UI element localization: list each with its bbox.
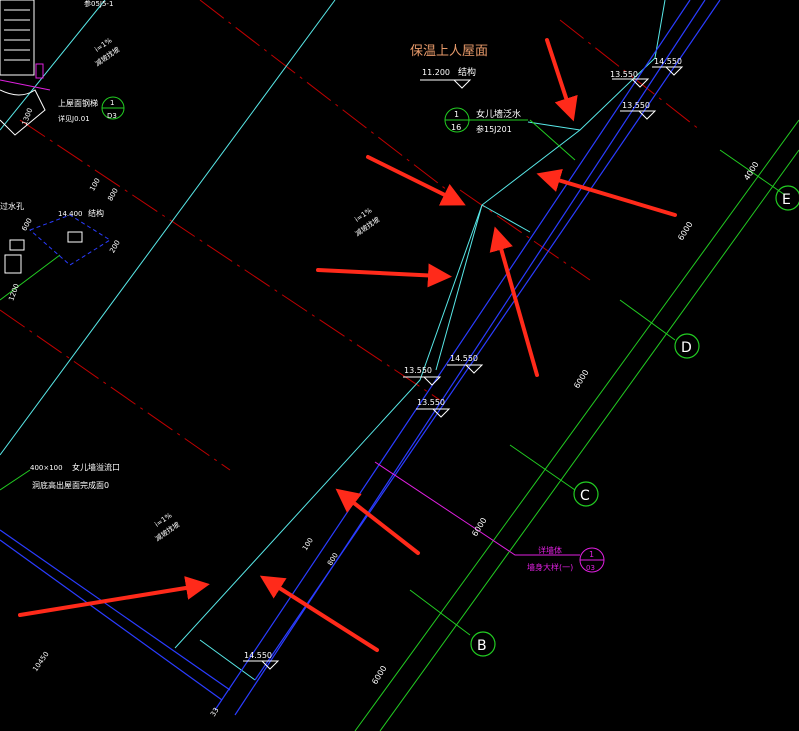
wall-detail-line1: 详墙体 — [538, 545, 562, 555]
elev-bottom: 14.550 — [244, 651, 272, 660]
roof-ladder-label: 上屋面钢梯 — [58, 98, 98, 108]
wall-detail-line2: 墙身大样(一) — [527, 562, 573, 572]
wall-detail-circle-top: 1 — [589, 550, 594, 559]
wall-detail-circle-bottom: 03 — [586, 564, 595, 572]
axis-e-label: E — [782, 192, 791, 208]
elev-mid-b: 14.550 — [450, 354, 478, 363]
axis-d-label: D — [681, 340, 692, 356]
hole-struct: 结构 — [88, 208, 104, 218]
background — [0, 0, 799, 731]
roof-title-sub: 结构 — [458, 66, 476, 78]
parapet-ref-text: 女儿墙泛水 — [476, 108, 521, 120]
roof-title-elevation: 11.200 — [422, 68, 450, 77]
axis-c-label: C — [580, 488, 590, 504]
cad-drawing-canvas: 保温上人屋面 11.200 结构 1 16 女儿墙泛水 参15J201 13.5… — [0, 0, 799, 731]
elev-top-c: 13.550 — [622, 101, 650, 110]
elev-top-a: 13.550 — [610, 70, 638, 79]
roof-title: 保温上人屋面 — [410, 44, 488, 59]
drain-size: 400×100 — [30, 464, 63, 472]
parapet-ref-code: 参15J201 — [476, 124, 512, 134]
hole-label: 过水孔 — [0, 201, 24, 211]
roof-ladder-ref: 详见J0.01 — [58, 114, 90, 123]
parapet-ref-sheet: 16 — [451, 123, 461, 132]
hole-elevation: 14.400 — [58, 210, 83, 218]
parapet-ref-number: 1 — [454, 110, 459, 119]
elev-mid-a: 13.550 — [404, 366, 432, 375]
drain-name: 女儿墙溢流口 — [72, 462, 120, 472]
top-ref: 参05J5-1 — [84, 0, 113, 8]
axis-b-label: B — [477, 638, 487, 654]
elev-top-b: 14.550 — [654, 57, 682, 66]
ladder-ref-bottom: D3 — [107, 112, 117, 120]
elev-mid-c: 13.550 — [417, 398, 445, 407]
drain-note: 洞底高出屋面完成面0 — [32, 480, 109, 490]
ladder-ref-top: 1 — [110, 99, 114, 107]
